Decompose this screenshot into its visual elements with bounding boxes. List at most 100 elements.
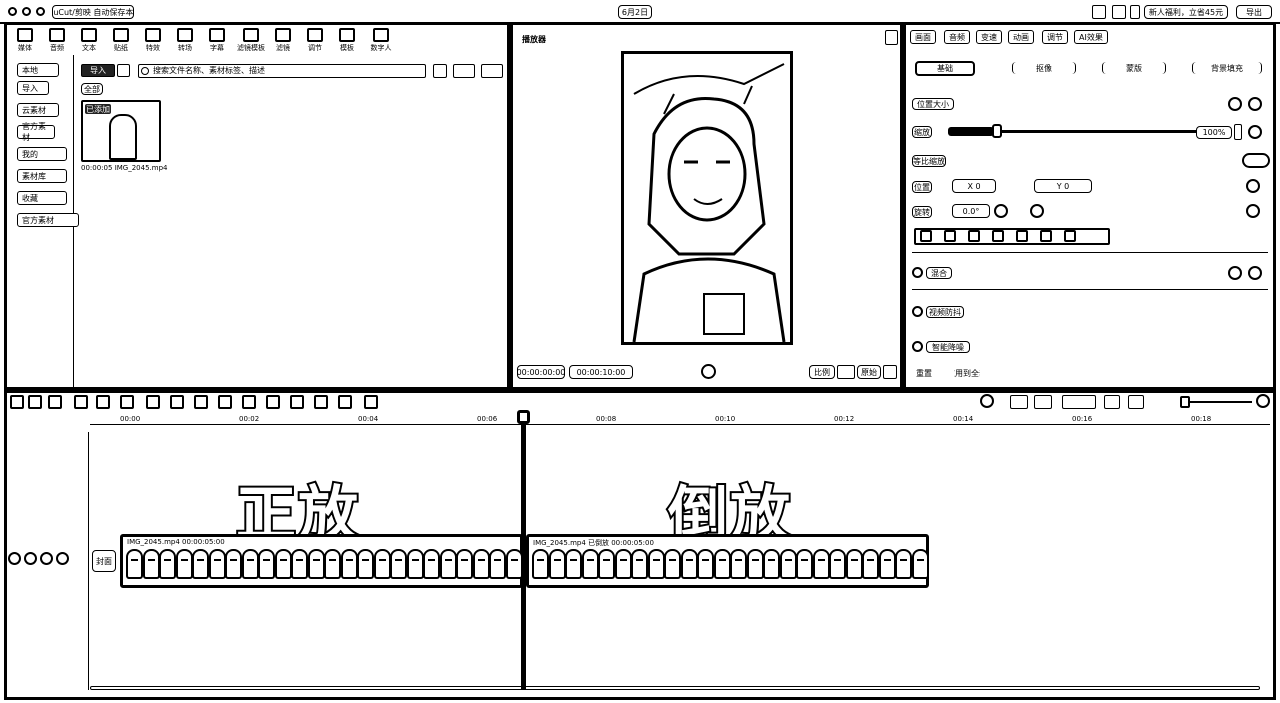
scale-value[interactable]: 100%: [1196, 126, 1232, 139]
scale-keyframe-icon[interactable]: [1248, 125, 1262, 139]
record-icon[interactable]: [980, 394, 994, 408]
tool-transition[interactable]: 转场: [171, 28, 199, 53]
position-y-input[interactable]: Y 0: [1034, 179, 1092, 193]
maximize-window-icon[interactable]: [36, 7, 45, 16]
play-icon[interactable]: [701, 364, 716, 379]
ratio-button[interactable]: 比例: [809, 365, 835, 379]
playhead-handle[interactable]: [517, 410, 530, 424]
timeline-tool-icon[interactable]: [338, 395, 352, 409]
align-button-icon[interactable]: [1064, 230, 1076, 242]
inspector-tab[interactable]: AI效果: [1074, 30, 1108, 44]
scale-stepper[interactable]: [1234, 124, 1242, 140]
player-menu-icon[interactable]: [885, 30, 898, 45]
close-window-icon[interactable]: [8, 7, 17, 16]
lock-track-icon[interactable]: [8, 552, 21, 565]
timeline-tool-icon[interactable]: [28, 395, 42, 409]
subtab-background[interactable]: 背景填充: [1192, 62, 1262, 74]
export-button[interactable]: 导出: [1236, 5, 1272, 19]
stabilize-checkbox[interactable]: [912, 306, 923, 317]
zoom-fit-icon[interactable]: [1128, 395, 1144, 409]
fullscreen-preview-icon[interactable]: [883, 365, 897, 379]
position-x-input[interactable]: X 0: [952, 179, 996, 193]
tool-template[interactable]: 模板: [333, 28, 361, 53]
timeline-zoom-slider[interactable]: [1180, 401, 1252, 403]
filter-icon[interactable]: [481, 64, 503, 78]
align-button-icon[interactable]: [992, 230, 1004, 242]
timeline-scrollbar[interactable]: [90, 686, 1260, 690]
tool-sticker[interactable]: 贴纸: [107, 28, 135, 53]
timeline-tool-icon[interactable]: [290, 395, 304, 409]
apply-all-button[interactable]: 应用到全部: [954, 367, 980, 379]
align-button-icon[interactable]: [968, 230, 980, 242]
timeline-tool-icon[interactable]: [242, 395, 256, 409]
timeline-tool-icon[interactable]: [314, 395, 328, 409]
timeline-tool-icon[interactable]: [218, 395, 232, 409]
tool-avatar[interactable]: 数字人: [367, 28, 395, 53]
import-button[interactable]: 导入: [81, 64, 115, 77]
subtab-matting[interactable]: 抠像: [1012, 62, 1076, 74]
sidebar-item[interactable]: 导入: [17, 81, 49, 95]
align-button-icon[interactable]: [920, 230, 932, 242]
sidebar-item[interactable]: 官方素材: [17, 122, 55, 142]
sidebar-item[interactable]: 素材库: [17, 169, 67, 183]
timeline-tool-icon[interactable]: [194, 395, 208, 409]
search-input[interactable]: 搜索文件名称、素材标签、描述: [138, 64, 426, 78]
timeline-tool-icon[interactable]: [74, 395, 88, 409]
align-button-icon[interactable]: [1040, 230, 1052, 242]
link-icon[interactable]: [1034, 395, 1052, 409]
timeline-ruler[interactable]: [90, 413, 1270, 425]
original-button[interactable]: 原始: [857, 365, 881, 379]
timeline-tool-icon[interactable]: [96, 395, 110, 409]
timeline-tool-icon[interactable]: [10, 395, 24, 409]
add-icon[interactable]: [117, 64, 130, 77]
inspector-tab[interactable]: 动画: [1008, 30, 1034, 44]
blend-checkbox[interactable]: [912, 267, 923, 278]
rotate-keyframe-icon[interactable]: [1246, 204, 1260, 218]
video-preview[interactable]: [621, 51, 793, 345]
sidebar-item[interactable]: 我的: [17, 147, 67, 161]
inspector-tab[interactable]: 音频: [944, 30, 970, 44]
fullscreen-icon[interactable]: [1112, 5, 1126, 19]
subtab-mask[interactable]: 蒙版: [1102, 62, 1166, 74]
tool-adjust[interactable]: 调节: [301, 28, 329, 53]
preview-axis-icon[interactable]: [1062, 395, 1096, 409]
tool-effect[interactable]: 特效: [139, 28, 167, 53]
align-button-icon[interactable]: [944, 230, 956, 242]
rotate-dial-icon[interactable]: [994, 204, 1008, 218]
tool-filter[interactable]: 滤镜: [269, 28, 297, 53]
inspector-tab[interactable]: 调节: [1042, 30, 1068, 44]
timeline-tool-icon[interactable]: [266, 395, 280, 409]
timeline-tool-icon[interactable]: [146, 395, 160, 409]
blend-keyframe-icon[interactable]: [1248, 266, 1262, 280]
reset-icon[interactable]: [1228, 97, 1242, 111]
reset-button[interactable]: 重置: [914, 367, 934, 379]
rotate-input[interactable]: 0.0°: [952, 204, 990, 218]
uniform-scale-toggle[interactable]: [1242, 153, 1270, 168]
sidebar-item[interactable]: 本地: [17, 63, 59, 77]
hide-track-icon[interactable]: [24, 552, 37, 565]
sidebar-item[interactable]: 云素材: [17, 103, 59, 117]
timeline-zoom-handle[interactable]: [1180, 396, 1190, 408]
timeline-tool-icon[interactable]: [364, 395, 378, 409]
flip-icon[interactable]: [1030, 204, 1044, 218]
media-clip-thumbnail[interactable]: 已添加: [81, 100, 161, 162]
subtab-basic[interactable]: 基础: [915, 61, 975, 76]
mute-track-icon[interactable]: [40, 552, 53, 565]
keyframe-icon[interactable]: [1248, 97, 1262, 111]
position-keyframe-icon[interactable]: [1246, 179, 1260, 193]
zoom-out-icon[interactable]: [1104, 395, 1120, 409]
sidebar-item[interactable]: 官方素材: [17, 213, 79, 227]
snap-icon[interactable]: [1010, 395, 1028, 409]
denoise-checkbox[interactable]: [912, 341, 923, 352]
tool-text[interactable]: 文本: [75, 28, 103, 53]
inspector-tab[interactable]: 变速: [976, 30, 1002, 44]
filter-all-tag[interactable]: 全部: [81, 83, 103, 95]
minimize-window-icon[interactable]: [22, 7, 31, 16]
promo-badge[interactable]: 新人福利，立省45元: [1144, 5, 1228, 19]
timeline-tool-icon[interactable]: [120, 395, 134, 409]
playhead[interactable]: [521, 412, 526, 690]
tool-media[interactable]: 媒体: [11, 28, 39, 53]
zoom-icon[interactable]: [837, 365, 855, 379]
timeline-settings-icon[interactable]: [1256, 394, 1270, 408]
scale-slider-handle[interactable]: [992, 124, 1002, 138]
